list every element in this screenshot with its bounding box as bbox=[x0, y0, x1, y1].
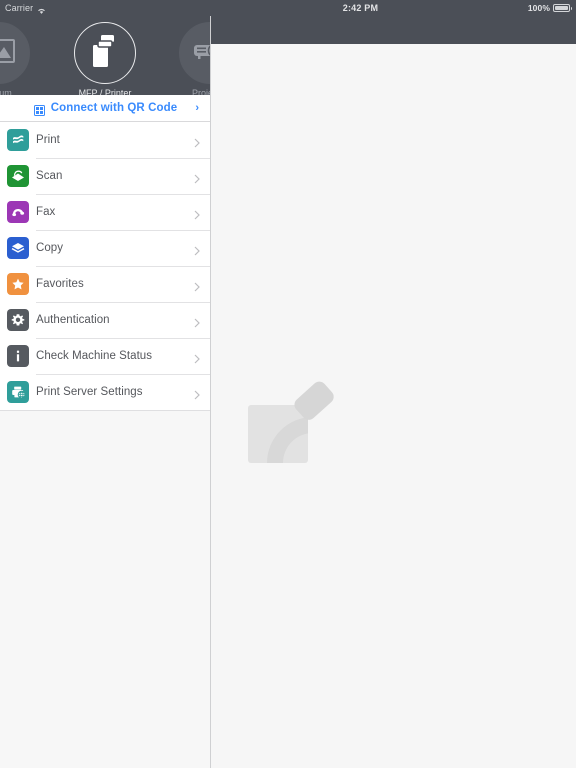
menu-label-fax: Fax bbox=[36, 206, 56, 218]
detail-status-bar: 2:42 PM 100% bbox=[211, 0, 576, 16]
carousel-item-projector[interactable]: Projector bbox=[168, 22, 211, 95]
chevron-right-icon bbox=[194, 387, 200, 400]
carousel-item-album[interactable]: Album bbox=[0, 22, 41, 95]
feature-menu-list: Print Scan Fax Copy Favorites Authentica… bbox=[0, 122, 211, 411]
menu-item-authentication[interactable]: Authentication bbox=[0, 302, 211, 338]
menu-item-scan[interactable]: Scan bbox=[0, 158, 211, 194]
battery-full-icon bbox=[553, 4, 572, 12]
wifi-icon bbox=[37, 4, 46, 14]
mfp-printer-icon bbox=[92, 34, 118, 73]
projector-icon bbox=[193, 41, 211, 66]
battery-status: 100% bbox=[527, 0, 572, 16]
chevron-right-icon bbox=[194, 351, 200, 364]
printer-circle bbox=[74, 22, 136, 84]
carousel-label-printer: MFP / Printer bbox=[78, 88, 132, 95]
sidebar: Carrier um MFP / Printer Proj Connect wi… bbox=[0, 0, 211, 768]
menu-item-favorites[interactable]: Favorites bbox=[0, 266, 211, 302]
chevron-right-icon bbox=[194, 279, 200, 292]
copy-icon bbox=[7, 237, 29, 259]
menu-item-check-machine-status[interactable]: Check Machine Status bbox=[0, 338, 211, 374]
menu-item-fax[interactable]: Fax bbox=[0, 194, 211, 230]
device-carousel[interactable]: Album MFP / Printer bbox=[0, 16, 211, 95]
gear-icon bbox=[7, 309, 29, 331]
battery-fill bbox=[555, 6, 568, 10]
app-root: Carrier um MFP / Printer Proj Connect wi… bbox=[0, 0, 576, 768]
carousel-item-printer[interactable]: MFP / Printer bbox=[63, 22, 147, 95]
carrier-status: Carrier bbox=[0, 0, 46, 16]
carrier-label: Carrier bbox=[5, 3, 34, 13]
connect-qr-label: Connect with QR Code bbox=[50, 102, 178, 114]
menu-label-copy: Copy bbox=[36, 242, 64, 254]
chevron-right-icon bbox=[194, 135, 200, 148]
status-clock: 2:42 PM bbox=[342, 3, 379, 13]
fax-icon bbox=[7, 201, 29, 223]
battery-percent-label: 100% bbox=[527, 3, 550, 13]
chevron-right-icon: › bbox=[195, 101, 199, 114]
menu-item-print[interactable]: Print bbox=[0, 122, 211, 158]
connect-qr-row[interactable]: Connect with QR Code › bbox=[0, 95, 211, 122]
menu-label-print: Print bbox=[36, 134, 60, 146]
chevron-right-icon bbox=[194, 171, 200, 184]
menu-label-scan: Scan bbox=[36, 170, 63, 182]
info-icon bbox=[7, 345, 29, 367]
detail-pane: 2:42 PM 100% bbox=[211, 0, 576, 768]
menu-label-check-machine-status: Check Machine Status bbox=[36, 350, 153, 362]
carousel-label-album: Album bbox=[0, 88, 12, 95]
menu-item-print-server-settings[interactable]: Print Server Settings bbox=[0, 374, 211, 410]
scan-icon bbox=[7, 165, 29, 187]
menu-label-favorites: Favorites bbox=[36, 278, 84, 290]
detail-content-area bbox=[211, 44, 576, 768]
photo-album-icon bbox=[0, 38, 15, 68]
print-icon bbox=[7, 129, 29, 151]
menu-label-print-server-settings: Print Server Settings bbox=[36, 386, 143, 398]
chevron-right-icon bbox=[194, 207, 200, 220]
qr-code-icon bbox=[33, 103, 45, 116]
image-placeholder-icon bbox=[245, 371, 341, 467]
connect-qr-inner: Connect with QR Code bbox=[33, 102, 178, 116]
print-server-icon bbox=[7, 381, 29, 403]
device-carousel-track[interactable]: Album MFP / Printer bbox=[0, 16, 211, 95]
detail-navbar bbox=[211, 16, 576, 44]
album-circle bbox=[0, 22, 30, 84]
carousel-label-projector: Projector bbox=[191, 88, 211, 95]
chevron-right-icon bbox=[194, 243, 200, 256]
star-icon bbox=[7, 273, 29, 295]
menu-label-authentication: Authentication bbox=[36, 314, 110, 326]
projector-circle bbox=[179, 22, 211, 84]
menu-item-copy[interactable]: Copy bbox=[0, 230, 211, 266]
chevron-right-icon bbox=[194, 315, 200, 328]
sidebar-status-bar: Carrier bbox=[0, 0, 211, 16]
